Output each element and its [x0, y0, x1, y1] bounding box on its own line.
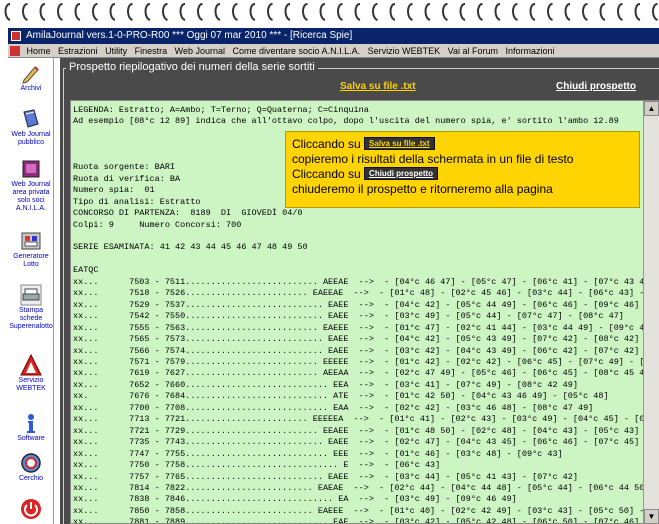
- sidebar-item-label: Archivi: [20, 85, 42, 92]
- menu-informazioni[interactable]: Informazioni: [506, 44, 555, 58]
- spiral-loop: [634, 3, 641, 21]
- spiral-loop: [39, 3, 46, 21]
- sidebar-item-stampa-schede[interactable]: Stampa schede Superenalotto: [8, 284, 54, 331]
- sidebar-item-label: Servizio WEBTEK: [16, 377, 46, 392]
- sidebar-item-archivi[interactable]: Archivi: [8, 62, 54, 93]
- spiral-loop: [74, 3, 81, 21]
- spiral-loop: [249, 3, 256, 21]
- help-callout: Cliccando su Salva su file .txt copierem…: [285, 131, 640, 208]
- callout-text: chiuderemo il prospetto e ritorneremo al…: [292, 182, 553, 196]
- spiral-loop: [319, 3, 326, 21]
- panel-toolbar: Salva su file .txt Chiudi prospetto: [64, 76, 659, 96]
- window-title: AmilaJournal vers.1-0-PRO-R00 *** Oggi 0…: [26, 30, 353, 41]
- menu-vai-al-forum[interactable]: Vai al Forum: [448, 44, 498, 58]
- sidebar-item-cerchio[interactable]: Cerchio: [8, 452, 54, 483]
- sidebar-item-label: Web Journal area privata solo soci A.N.I…: [11, 181, 51, 212]
- app-icon: [11, 31, 21, 41]
- menu-bar: Home Estrazioni Utility Finestra Web Jou…: [8, 44, 659, 58]
- sidebar-item-web-journal-pubblico[interactable]: Web Journal pubblico: [8, 108, 54, 147]
- webtek-icon: [20, 354, 42, 376]
- circle-icon: [21, 453, 41, 473]
- save-txt-button[interactable]: Salva su file .txt: [340, 81, 416, 92]
- callout-text: copieremo i risultati della schermata in…: [292, 152, 574, 166]
- pencil-icon: [22, 66, 39, 84]
- power-icon: [21, 499, 41, 519]
- spiral-loop: [4, 3, 11, 21]
- spiral-loop: [337, 3, 344, 21]
- spiral-loop: [302, 3, 309, 21]
- spiral-loop: [652, 3, 659, 21]
- spiral-loop: [459, 3, 466, 21]
- menu-estrazioni[interactable]: Estrazioni: [58, 44, 98, 58]
- spiral-loop: [57, 3, 64, 21]
- spiral-loop: [232, 3, 239, 21]
- spiral-loop: [267, 3, 274, 21]
- sidebar: Archivi Web Journal pubblico Web Journal…: [8, 58, 54, 524]
- generator-icon: [21, 232, 41, 250]
- spiral-loop: [92, 3, 99, 21]
- sidebar-item-servizio-webtek[interactable]: Servizio WEBTEK: [8, 354, 54, 393]
- window-titlebar[interactable]: AmilaJournal vers.1-0-PRO-R00 *** Oggi 0…: [8, 28, 659, 44]
- close-report-button[interactable]: Chiudi prospetto: [556, 81, 636, 92]
- system-menu-icon[interactable]: [10, 46, 20, 56]
- book-icon: [23, 109, 39, 128]
- spiral-loop: [424, 3, 431, 21]
- spiral-loop: [109, 3, 116, 21]
- menu-servizio-webtek[interactable]: Servizio WEBTEK: [368, 44, 441, 58]
- spiral-loop: [197, 3, 204, 21]
- report-scrollbar[interactable]: ▲ ▼: [643, 101, 659, 524]
- spiral-loop: [547, 3, 554, 21]
- callout-text: Cliccando su: [292, 137, 361, 151]
- scroll-down-button[interactable]: ▼: [644, 509, 659, 524]
- spiral-loop: [582, 3, 589, 21]
- private-book-icon: [22, 160, 40, 178]
- spiral-loop: [372, 3, 379, 21]
- menu-diventare-socio[interactable]: Come diventare socio A.N.I.L.A.: [233, 44, 361, 58]
- spiral-loop: [407, 3, 414, 21]
- spiral-loop: [389, 3, 396, 21]
- sidebar-item-label: Generatore Lotto: [13, 253, 49, 268]
- info-icon: [27, 414, 35, 433]
- spiral-loop: [599, 3, 606, 21]
- spiral-loop: [477, 3, 484, 21]
- sidebar-item-web-journal-privata[interactable]: Web Journal area privata solo soci A.N.I…: [8, 158, 54, 213]
- spiral-loop: [22, 3, 29, 21]
- sidebar-item-label: Stampa schede Superenalotto: [9, 307, 53, 330]
- spiral-loop: [354, 3, 361, 21]
- sidebar-item-label: Software: [17, 435, 45, 442]
- spiral-loop: [494, 3, 501, 21]
- sidebar-item-software[interactable]: Software: [8, 412, 54, 443]
- sidebar-item-label: Web Journal pubblico: [11, 131, 51, 146]
- sidebar-item-generatore-lotto[interactable]: Generatore Lotto: [8, 230, 54, 269]
- sidebar-item-exit[interactable]: [8, 498, 54, 521]
- spiral-loop: [144, 3, 151, 21]
- callout-save-chip: Salva su file .txt: [364, 137, 435, 150]
- menu-finestra[interactable]: Finestra: [135, 44, 168, 58]
- callout-close-chip: Chiudi prospetto: [364, 167, 439, 180]
- spiral-loop: [617, 3, 624, 21]
- spiral-loop: [442, 3, 449, 21]
- spiral-loop: [564, 3, 571, 21]
- spiral-loop: [179, 3, 186, 21]
- spiral-loop: [127, 3, 134, 21]
- menu-home[interactable]: Home: [27, 44, 51, 58]
- notebook-spiral-binding: [0, 0, 659, 28]
- callout-text: Cliccando su: [292, 167, 361, 181]
- scroll-up-button[interactable]: ▲: [644, 101, 659, 116]
- panel-title: Prospetto riepilogativo dei numeri della…: [66, 61, 318, 73]
- spiral-loop: [512, 3, 519, 21]
- sidebar-item-label: Cerchio: [18, 475, 44, 482]
- spiral-loop: [529, 3, 536, 21]
- spiral-loop: [162, 3, 169, 21]
- menu-utility[interactable]: Utility: [105, 44, 127, 58]
- spiral-loop: [284, 3, 291, 21]
- printer-icon: [20, 284, 42, 306]
- spiral-loop: [214, 3, 221, 21]
- menu-web-journal[interactable]: Web Journal: [175, 44, 225, 58]
